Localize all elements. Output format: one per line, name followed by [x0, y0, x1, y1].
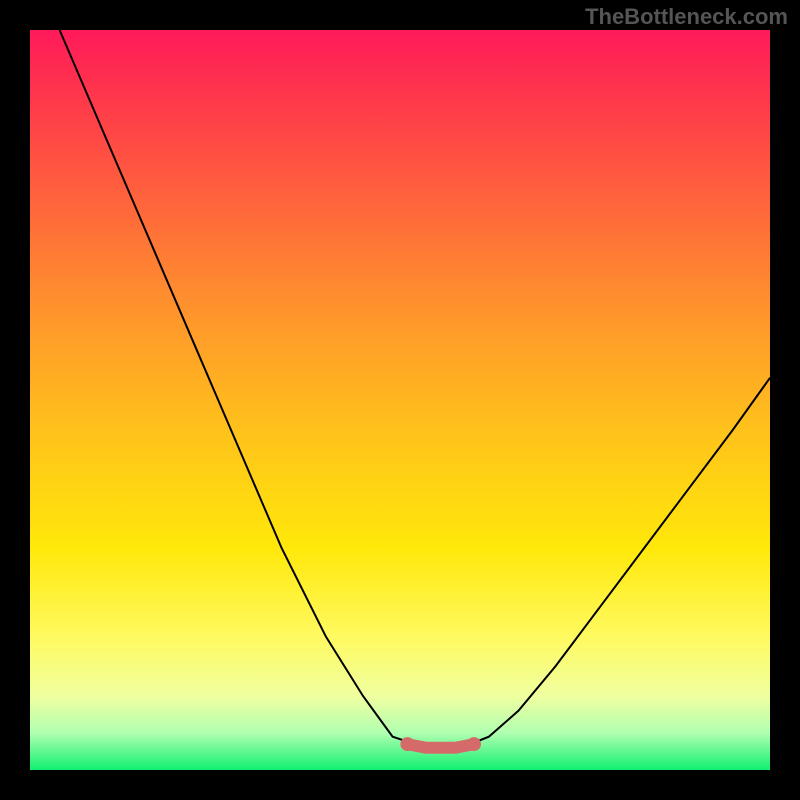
bottleneck-curve	[60, 30, 770, 748]
optimal-zone-dot	[467, 737, 481, 751]
watermark-text: TheBottleneck.com	[585, 4, 788, 30]
chart-svg	[30, 30, 770, 770]
plot-area	[30, 30, 770, 770]
optimal-zone-marker	[407, 744, 474, 748]
optimal-zone-dot	[400, 737, 414, 751]
